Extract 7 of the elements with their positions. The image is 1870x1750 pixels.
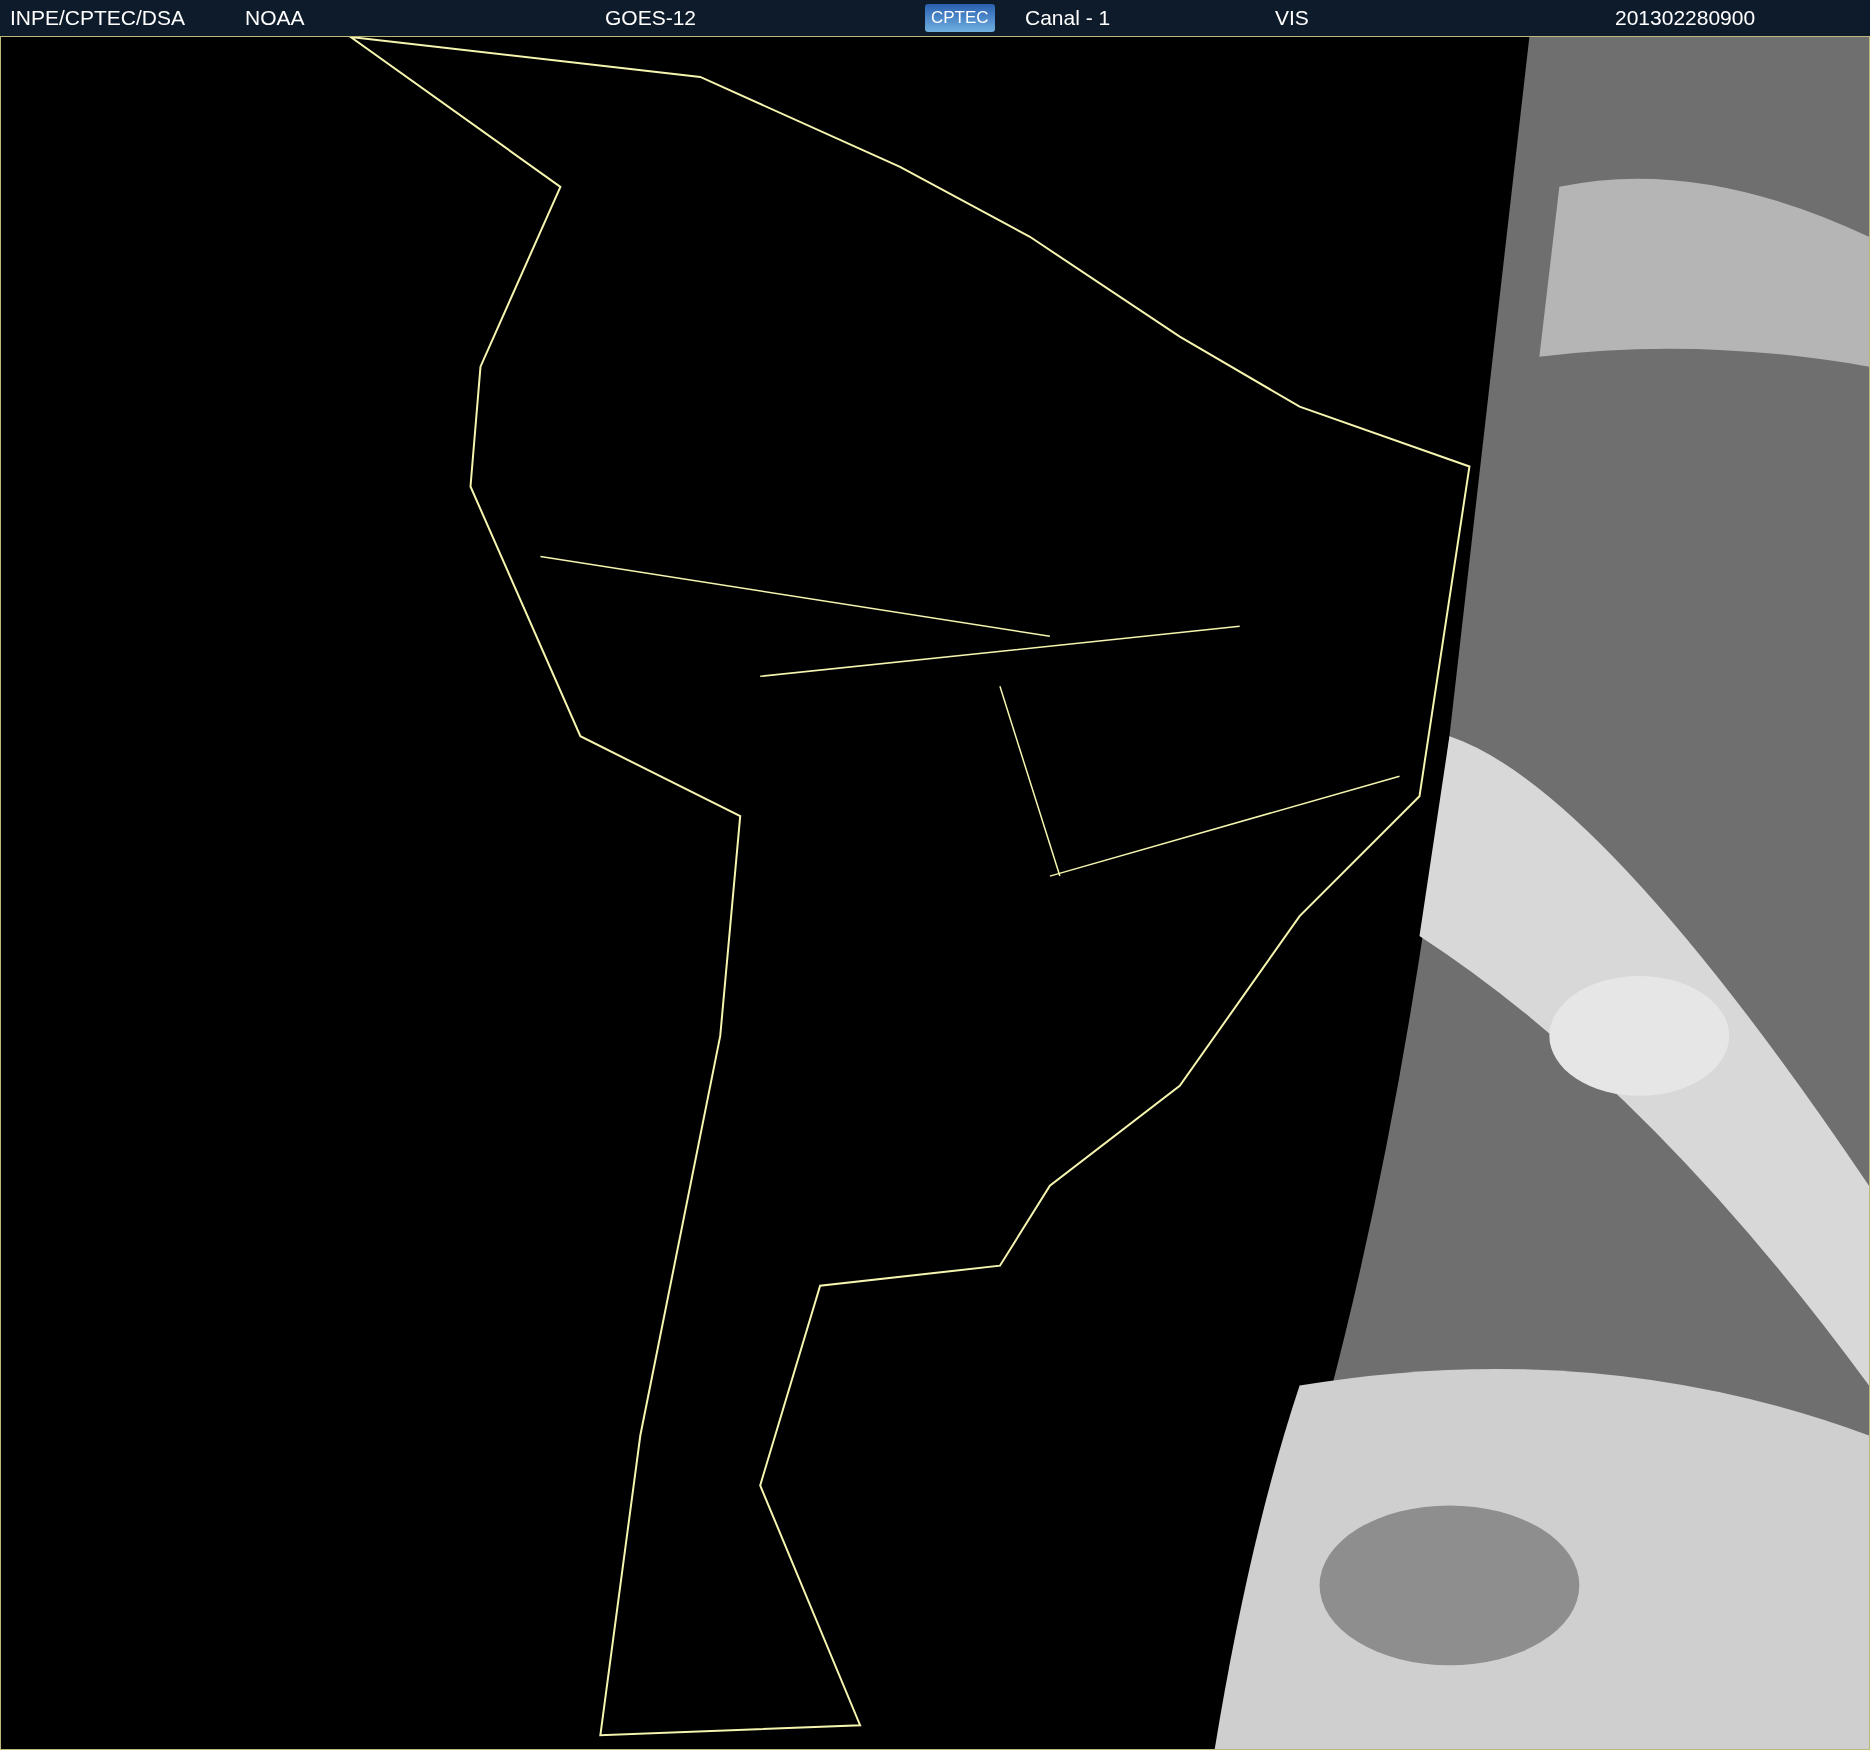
- channel-label: Canal - 1: [1025, 5, 1111, 30]
- logo: CPTEC: [925, 3, 995, 32]
- timestamp-label: 201302280900: [1615, 5, 1756, 30]
- satellite-label: GOES-12: [605, 5, 697, 30]
- band-label: VIS: [1275, 5, 1309, 30]
- source-label: INPE/CPTEC/DSA: [10, 5, 186, 30]
- agency-label: NOAA: [245, 5, 305, 30]
